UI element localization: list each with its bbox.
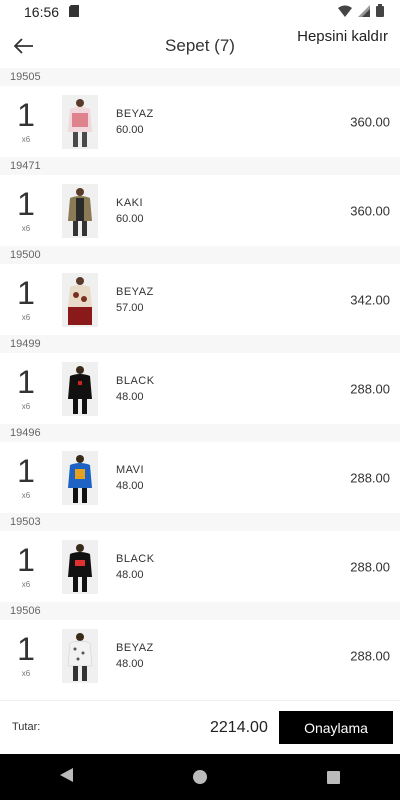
quantity-multiplier: x6 <box>21 313 31 322</box>
cart-item-group: 19499 1 x6 BLACK 48.00 288.00 <box>0 335 400 424</box>
product-image[interactable] <box>62 272 98 327</box>
unit-price: 57.00 <box>116 301 144 314</box>
quantity[interactable]: 1 x6 <box>0 366 52 411</box>
cart-item-group: 19471 1 x6 KAKI 60.00 360.00 <box>0 157 400 246</box>
battery-icon <box>376 4 384 20</box>
product-image[interactable] <box>62 361 98 416</box>
unit-price: 48.00 <box>116 568 144 581</box>
cart-item-group: 19505 1 x6 BEYAZ 60.00 360.00 <box>0 68 400 157</box>
line-total: 288.00 <box>350 381 390 396</box>
quantity[interactable]: 1 x6 <box>0 99 52 144</box>
unit-price: 48.00 <box>116 390 144 403</box>
cart-item[interactable]: 1 x6 KAKI 60.00 360.00 <box>0 175 400 246</box>
quantity-multiplier: x6 <box>21 580 31 589</box>
quantity-value: 1 <box>17 186 35 222</box>
product-color: KAKI <box>116 196 144 209</box>
nav-recents-button[interactable] <box>327 770 341 784</box>
quantity-value: 1 <box>17 542 35 578</box>
quantity-multiplier: x6 <box>21 402 31 411</box>
cart-item[interactable]: 1 x6 BLACK 48.00 288.00 <box>0 531 400 602</box>
cart-item-group: 19496 1 x6 MAVI 48.00 288.00 <box>0 424 400 513</box>
quantity-multiplier: x6 <box>21 669 31 678</box>
line-total: 288.00 <box>350 559 390 574</box>
product-code: 19496 <box>0 424 400 442</box>
quantity-multiplier: x6 <box>21 491 31 500</box>
status-time: 16:56 <box>24 4 60 20</box>
product-image[interactable] <box>62 628 98 683</box>
product-code: 19500 <box>0 246 400 264</box>
cart-item-group: 19503 1 x6 BLACK 48.00 288.00 <box>0 513 400 602</box>
total-label: Tutar: <box>12 721 41 733</box>
product-code: 19505 <box>0 68 400 86</box>
system-nav-bar <box>0 754 400 800</box>
quantity[interactable]: 1 x6 <box>0 633 52 678</box>
unit-price: 48.00 <box>116 479 144 492</box>
cart-item[interactable]: 1 x6 BEYAZ 60.00 360.00 <box>0 86 400 157</box>
nav-back-button[interactable] <box>59 767 74 787</box>
quantity-value: 1 <box>17 275 35 311</box>
product-color: BEYAZ <box>116 641 154 654</box>
unit-price: 48.00 <box>116 657 144 670</box>
sd-card-icon <box>69 4 80 20</box>
cart-item-group: 19500 1 x6 BEYAZ 57.00 342.00 <box>0 246 400 335</box>
quantity-value: 1 <box>17 364 35 400</box>
product-color: MAVI <box>116 463 145 476</box>
product-image[interactable] <box>62 539 98 594</box>
remove-all-button[interactable]: Hepsini kaldır <box>297 28 388 45</box>
cart-item[interactable]: 1 x6 MAVI 48.00 288.00 <box>0 442 400 513</box>
cart-item[interactable]: 1 x6 BLACK 48.00 288.00 <box>0 353 400 424</box>
triangle-back-icon <box>59 767 73 782</box>
quantity[interactable]: 1 x6 <box>0 544 52 589</box>
cart-item[interactable]: 1 x6 BEYAZ 48.00 288.00 <box>0 620 400 691</box>
checkout-footer: Tutar: 2214.00 Onaylama <box>0 700 400 754</box>
quantity-multiplier: x6 <box>21 224 31 233</box>
product-code: 19499 <box>0 335 400 353</box>
quantity-multiplier: x6 <box>21 135 31 144</box>
app-bar: Sepet (7) Hepsini kaldır <box>0 24 400 68</box>
status-bar: 16:56 <box>0 0 400 24</box>
signal-icon <box>358 4 370 20</box>
product-code: 19471 <box>0 157 400 175</box>
product-color: BLACK <box>116 374 155 387</box>
product-color: BEYAZ <box>116 285 154 298</box>
product-color: BLACK <box>116 552 155 565</box>
product-image[interactable] <box>62 450 98 505</box>
line-total: 342.00 <box>350 292 390 307</box>
line-total: 360.00 <box>350 114 390 129</box>
unit-price: 60.00 <box>116 212 144 225</box>
cart-list[interactable]: 19505 1 x6 BEYAZ 60.00 360.00 19471 1 x6… <box>0 68 400 700</box>
quantity[interactable]: 1 x6 <box>0 277 52 322</box>
line-total: 288.00 <box>350 470 390 485</box>
product-image[interactable] <box>62 94 98 149</box>
quantity[interactable]: 1 x6 <box>0 188 52 233</box>
quantity-value: 1 <box>17 97 35 133</box>
product-code: 19503 <box>0 513 400 531</box>
product-image[interactable] <box>62 183 98 238</box>
wifi-icon <box>338 4 352 20</box>
nav-home-button[interactable] <box>193 770 208 784</box>
cart-item[interactable]: 1 x6 BEYAZ 57.00 342.00 <box>0 264 400 335</box>
line-total: 360.00 <box>350 203 390 218</box>
product-code: 19506 <box>0 602 400 620</box>
unit-price: 60.00 <box>116 123 144 136</box>
quantity-value: 1 <box>17 453 35 489</box>
product-color: BEYAZ <box>116 107 154 120</box>
total-value: 2214.00 <box>210 719 268 736</box>
quantity[interactable]: 1 x6 <box>0 455 52 500</box>
quantity-value: 1 <box>17 631 35 667</box>
confirm-button[interactable]: Onaylama <box>279 711 393 744</box>
line-total: 288.00 <box>350 648 390 663</box>
cart-item-group: 19506 1 x6 BEYAZ 48.00 288.00 <box>0 602 400 691</box>
